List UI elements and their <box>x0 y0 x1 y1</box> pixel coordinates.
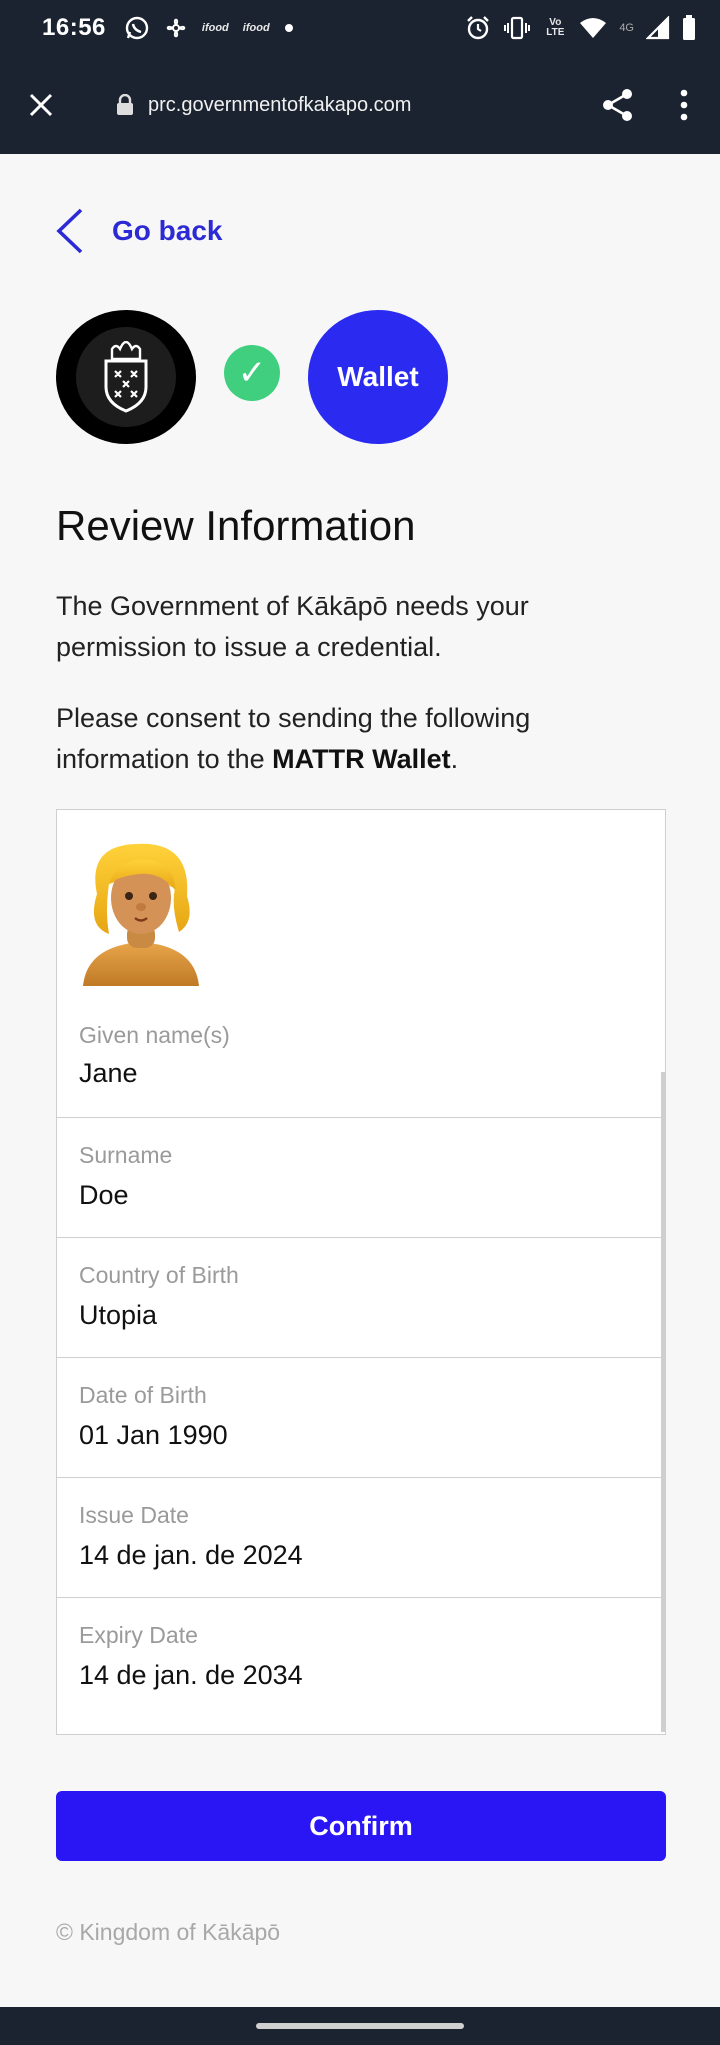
wallet-logo: Wallet <box>308 310 448 444</box>
field-value: Utopia <box>79 1300 158 1330</box>
ifood-icon: ifood <box>201 22 229 34</box>
more-vert-icon <box>680 89 688 121</box>
field-issue-date: Issue Date 14 de jan. de 2024 <box>57 1478 663 1598</box>
consent-text-suffix: . <box>450 744 459 774</box>
field-value: 14 de jan. de 2024 <box>79 1540 303 1570</box>
cell-signal-icon <box>646 16 670 40</box>
close-tab-button[interactable] <box>24 88 58 122</box>
vibrate-icon <box>503 15 531 41</box>
field-label: Date of Birth <box>79 1382 207 1408</box>
permission-text: The Government of Kākāpō needs your perm… <box>56 591 529 662</box>
chevron-left-icon <box>56 208 83 254</box>
dot-icon <box>284 23 294 33</box>
field-label: Expiry Date <box>79 1622 198 1648</box>
footer-copyright: © Kingdom of Kākāpō <box>56 1919 281 1945</box>
go-back-label: Go back <box>112 215 223 246</box>
field-given-name: Given name(s) Jane <box>57 1000 663 1118</box>
check-icon: ✓ <box>224 345 280 401</box>
field-value: Jane <box>79 1058 138 1088</box>
field-date-of-birth: Date of Birth 01 Jan 1990 <box>57 1358 663 1478</box>
whatsapp-icon <box>124 15 150 41</box>
issuer-wallet-logos: ✓ Wallet <box>56 310 456 450</box>
browser-toolbar: prc.governmentofkakapo.com <box>0 56 720 154</box>
battery-icon <box>682 15 696 41</box>
field-label: Given name(s) <box>79 1022 230 1048</box>
confirm-button[interactable]: Confirm <box>56 1791 666 1861</box>
credential-card[interactable]: Given name(s) Jane Surname Doe Country o… <box>56 809 666 1735</box>
more-options-button[interactable] <box>672 85 696 125</box>
ifood-icon: ifood <box>242 22 270 34</box>
signal-4g-icon: 4G <box>619 21 634 34</box>
consent-text: Please consent to sending the following … <box>56 698 656 780</box>
fan-icon <box>164 16 188 40</box>
field-country-of-birth: Country of Birth Utopia <box>57 1238 663 1358</box>
field-value: Doe <box>79 1180 129 1210</box>
wallet-name: MATTR Wallet <box>272 744 451 774</box>
close-icon <box>29 93 53 117</box>
home-gesture-handle[interactable] <box>256 2023 464 2029</box>
field-label: Country of Birth <box>79 1262 239 1288</box>
network-label: 4G <box>619 21 634 34</box>
status-time: 16:56 <box>42 14 106 41</box>
notification-icons: ifood ifood <box>124 15 294 41</box>
share-button[interactable] <box>598 85 638 125</box>
crest-icon <box>76 327 176 427</box>
field-surname: Surname Doe <box>57 1118 663 1238</box>
wifi-icon <box>579 16 607 40</box>
lock-icon[interactable] <box>116 93 136 117</box>
avatar <box>79 836 203 986</box>
alarm-icon <box>465 15 491 41</box>
volte-icon: Vo LTE <box>546 17 565 38</box>
field-value: 01 Jan 1990 <box>79 1420 228 1450</box>
government-logo <box>56 310 196 444</box>
status-bar: 16:56 ifood ifood Vo LTE 4G <box>0 0 720 56</box>
field-value: 14 de jan. de 2034 <box>79 1660 303 1690</box>
system-icons: Vo LTE 4G <box>465 15 696 41</box>
url-text[interactable]: prc.governmentofkakapo.com <box>148 94 411 117</box>
field-label: Issue Date <box>79 1502 189 1528</box>
go-back-link[interactable]: Go back <box>56 208 222 254</box>
field-label: Surname <box>79 1142 173 1168</box>
field-expiry-date: Expiry Date 14 de jan. de 2034 <box>57 1598 663 1718</box>
share-icon <box>603 89 632 121</box>
system-nav-bar <box>0 2007 720 2045</box>
page-title: Review Information <box>56 502 416 549</box>
